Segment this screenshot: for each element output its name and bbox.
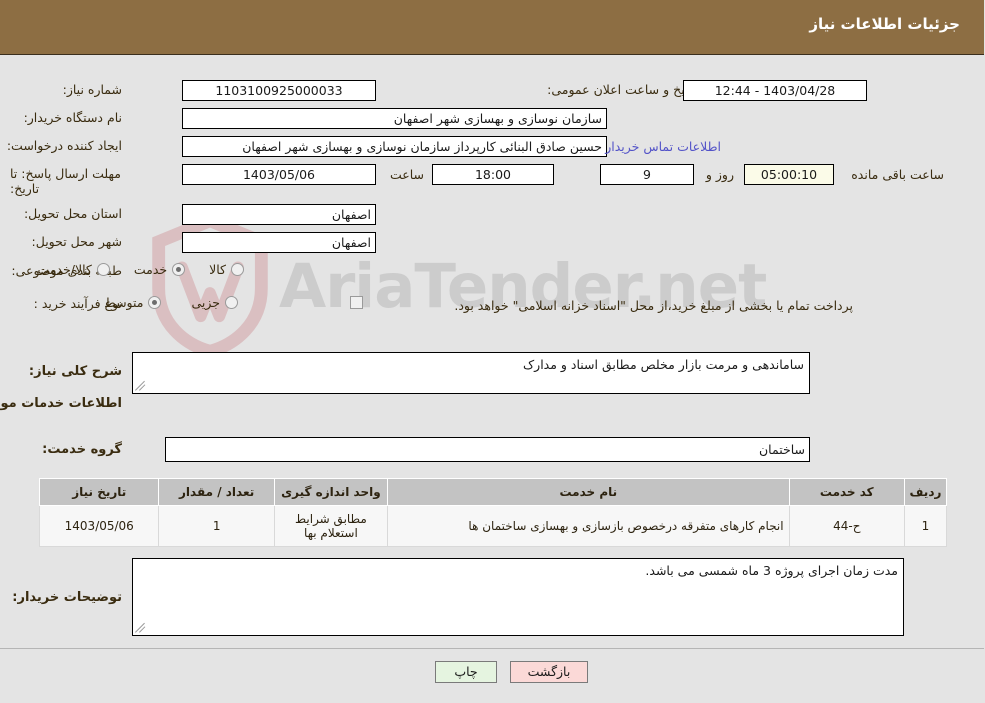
province-label: استان محل تحویل:: [24, 206, 123, 221]
service-group-label: گروه خدمت:: [43, 442, 123, 457]
province-field: اصفهان: [183, 204, 377, 225]
buyer-org-label: نام دستگاه خریدار:: [24, 110, 123, 125]
radio-circle-icon[interactable]: [97, 263, 111, 276]
category-option-label: کالا: [210, 262, 227, 277]
services-table: ردیف کد خدمت نام خدمت واحد اندازه گیری ت…: [39, 478, 949, 547]
resize-grip-icon[interactable]: [136, 622, 148, 634]
th-quantity: تعداد / مقدار: [159, 478, 276, 506]
process-radio-motavaset[interactable]: متوسط: [105, 295, 163, 310]
radio-circle-icon[interactable]: [226, 296, 239, 309]
buyer-notes-label: توضیحات خریدار:: [13, 590, 123, 605]
th-radif: ردیف: [904, 478, 949, 506]
treasury-bonds-label: پرداخت تمام یا بخشی از مبلغ خرید،از محل …: [455, 298, 854, 313]
city-field: اصفهان: [183, 232, 377, 253]
footer-bar: بازگشت چاپ: [0, 648, 985, 703]
deadline-hour-label: ساعت: [390, 167, 425, 182]
need-number-label: شماره نیاز:: [63, 82, 123, 97]
category-option-label: خدمت: [134, 262, 169, 277]
category-option-label: کالا/خدمت: [38, 262, 93, 277]
process-option-label: متوسط: [105, 295, 145, 310]
print-button[interactable]: چاپ: [436, 661, 498, 683]
category-radio-khedmat[interactable]: خدمت: [134, 262, 187, 277]
deadline-hour-field: 18:00: [433, 164, 555, 185]
back-button[interactable]: بازگشت: [511, 661, 589, 683]
services-section-title: اطلاعات خدمات مورد نیاز: [0, 396, 123, 411]
cell-service-code: ح-44: [789, 505, 906, 547]
th-service-name: نام خدمت: [388, 478, 791, 506]
buyer-notes-text: مدت زمان اجرای پروژه 3 ماه شمسی می باشد.: [646, 563, 899, 578]
category-radio-kala[interactable]: کالا: [210, 262, 245, 277]
category-radio-kala-khedmat[interactable]: کالا/خدمت: [38, 262, 111, 277]
service-group-field: ساختمان: [166, 437, 811, 462]
description-text: ساماندهی و مرمت بازار مخلص مطابق اسناد و…: [523, 357, 805, 372]
countdown-timer-field: 05:00:10: [745, 164, 835, 185]
buyer-contact-link[interactable]: اطلاعات تماس خریدار: [606, 139, 722, 154]
treasury-bonds-checkbox[interactable]: [351, 296, 364, 309]
cell-radif: 1: [904, 505, 949, 547]
page-title: جزئیات اطلاعات نیاز: [810, 15, 961, 33]
requester-field: حسین صادق البنائی کارپرداز سازمان نوسازی…: [183, 136, 608, 157]
process-radio-jozii[interactable]: جزیی: [192, 295, 239, 310]
page-root: AriaTender.net جزئیات اطلاعات نیاز شماره…: [0, 0, 985, 703]
need-number-field: 1103100925000033: [183, 80, 377, 101]
cell-quantity: 1: [159, 505, 276, 547]
radio-circle-selected-icon[interactable]: [173, 263, 187, 276]
deadline-label: مهلت ارسال پاسخ: تا تاریخ:: [11, 166, 122, 196]
th-measure-unit: واحد اندازه گیری: [274, 478, 390, 506]
radio-circle-selected-icon[interactable]: [149, 296, 163, 309]
deadline-days-unit: روز و: [706, 167, 735, 182]
header-bar: جزئیات اطلاعات نیاز: [0, 0, 985, 55]
cell-measure-unit: مطابق شرایط استعلام بها: [274, 505, 390, 547]
requester-label: ایجاد کننده درخواست:: [7, 138, 123, 153]
description-label: شرح کلی نیاز:: [29, 364, 123, 379]
table-row: 1 ح-44 انجام کارهای متفرقه درخصوص بازساز…: [39, 505, 949, 547]
city-label: شهر محل تحویل:: [32, 234, 123, 249]
deadline-date-field: 1403/05/06: [183, 164, 377, 185]
cell-service-name: انجام کارهای متفرقه درخصوص بازسازی و بهس…: [388, 505, 791, 547]
description-textarea[interactable]: ساماندهی و مرمت بازار مخلص مطابق اسناد و…: [133, 352, 811, 394]
countdown-unit-label: ساعت باقی مانده: [852, 167, 945, 182]
th-service-code: کد خدمت: [789, 478, 906, 506]
resize-grip-icon[interactable]: [136, 380, 148, 392]
buyer-org-field: سازمان نوسازی و بهسازی شهر اصفهان: [183, 108, 608, 129]
radio-circle-icon[interactable]: [232, 263, 245, 276]
deadline-days-field: 9: [601, 164, 695, 185]
process-option-label: جزیی: [192, 295, 221, 310]
table-header-row: ردیف کد خدمت نام خدمت واحد اندازه گیری ت…: [39, 478, 949, 506]
announce-datetime-label: تاریخ و ساعت اعلان عمومی:: [548, 82, 699, 97]
th-need-date: تاریخ نیاز: [39, 478, 161, 506]
announce-datetime-value: 1403/04/28 - 12:44: [684, 80, 868, 101]
buyer-notes-textarea[interactable]: مدت زمان اجرای پروژه 3 ماه شمسی می باشد.: [133, 558, 905, 636]
cell-need-date: 1403/05/06: [39, 505, 161, 547]
